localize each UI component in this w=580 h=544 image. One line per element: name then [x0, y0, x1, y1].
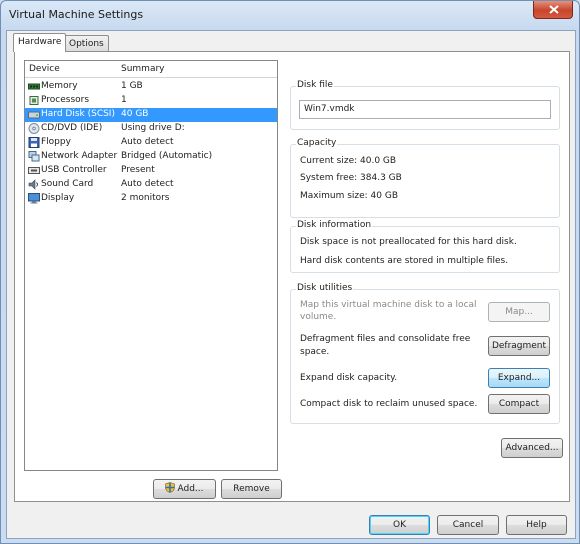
compact-description: Compact disk to reclaim unused space.: [300, 399, 478, 409]
title-bar[interactable]: Virtual Machine Settings: [1, 1, 579, 29]
settings-window: Virtual Machine Settings Hardware Option…: [0, 0, 580, 544]
device-name: Display: [41, 193, 75, 203]
disk-info-preallocation-text: Disk space is not preallocated for this …: [300, 237, 517, 247]
display-icon: [28, 193, 40, 204]
map-button-label: Map...: [505, 307, 533, 317]
device-summary: Present: [121, 165, 155, 175]
hardware-panel: Device Summary Memory 1 GB Processors 1 …: [14, 51, 570, 502]
help-button[interactable]: Help: [506, 515, 567, 535]
device-row-sound-card[interactable]: Sound Card Auto detect: [25, 178, 277, 192]
device-name: Memory: [41, 81, 78, 91]
memory-icon: [28, 83, 40, 90]
close-icon: [549, 5, 559, 14]
shield-icon: [165, 482, 176, 493]
disk-file-field[interactable]: Win7.vmdk: [299, 100, 551, 119]
disk-information-group: Disk information Disk space is not preal…: [290, 220, 560, 273]
tab-options-label: Options: [69, 39, 104, 49]
device-summary: Auto detect: [121, 179, 174, 189]
defragment-button[interactable]: Defragment: [488, 336, 550, 356]
defragment-description-line1: Defragment files and consolidate free: [300, 334, 471, 344]
disk-file-value: Win7.vmdk: [304, 104, 355, 114]
ok-button[interactable]: OK: [369, 515, 430, 535]
defragment-description-line2: space.: [300, 347, 330, 357]
device-name: Floppy: [41, 137, 71, 147]
map-description-line2: volume.: [300, 312, 337, 322]
column-header-device[interactable]: Device: [29, 64, 60, 74]
map-button[interactable]: Map...: [488, 302, 550, 322]
device-summary: 1 GB: [121, 81, 143, 91]
device-summary: Auto detect: [121, 137, 174, 147]
expand-button[interactable]: Expand...: [488, 368, 550, 388]
device-summary: Using drive D:: [121, 123, 185, 133]
device-name: USB Controller: [41, 165, 107, 175]
capacity-legend: Capacity: [296, 138, 338, 148]
cancel-button-label: Cancel: [452, 520, 484, 530]
cd-dvd-icon: [28, 123, 40, 134]
disk-information-legend: Disk information: [296, 220, 373, 230]
network-adapter-icon: [28, 151, 40, 162]
advanced-button[interactable]: Advanced...: [501, 438, 563, 458]
close-button[interactable]: [533, 1, 573, 19]
device-name: Processors: [41, 95, 90, 105]
device-name: Sound Card: [41, 179, 94, 189]
advanced-button-label: Advanced...: [505, 443, 559, 453]
compact-button-label: Compact: [498, 399, 540, 409]
tab-hardware[interactable]: Hardware: [13, 33, 67, 52]
disk-file-group: Disk file Win7.vmdk: [290, 80, 560, 130]
device-row-processors[interactable]: Processors 1: [25, 94, 277, 108]
device-summary: 1: [121, 95, 127, 105]
window-title: Virtual Machine Settings: [9, 8, 144, 21]
defragment-button-label: Defragment: [491, 341, 547, 351]
device-list[interactable]: Device Summary Memory 1 GB Processors 1 …: [24, 60, 278, 471]
hard-disk-icon: [28, 111, 40, 119]
disk-utilities-group: Disk utilities Map this virtual machine …: [290, 283, 560, 424]
system-free-text: System free: 384.3 GB: [300, 173, 402, 183]
expand-description: Expand disk capacity.: [300, 373, 398, 383]
add-device-label: Add...: [177, 484, 204, 494]
map-description-line1: Map this virtual machine disk to a local: [300, 300, 477, 310]
add-device-button[interactable]: Add...: [153, 479, 216, 499]
device-list-header: Device Summary: [25, 61, 277, 78]
sound-card-icon: [28, 179, 38, 190]
column-header-summary[interactable]: Summary: [121, 64, 165, 74]
expand-button-label: Expand...: [497, 373, 541, 383]
device-row-display[interactable]: Display 2 monitors: [25, 192, 277, 206]
tab-options[interactable]: Options: [64, 35, 109, 51]
compact-button[interactable]: Compact: [488, 394, 550, 414]
tab-hardware-label: Hardware: [18, 37, 62, 47]
floppy-icon: [28, 137, 40, 148]
maximum-size-text: Maximum size: 40 GB: [300, 191, 399, 201]
disk-info-storage-text: Hard disk contents are stored in multipl…: [300, 256, 509, 266]
help-button-label: Help: [526, 520, 547, 530]
device-summary: 2 monitors: [121, 193, 170, 203]
cancel-button[interactable]: Cancel: [437, 515, 499, 535]
device-row-hard-disk[interactable]: Hard Disk (SCSI) 40 GB: [25, 108, 277, 122]
device-row-memory[interactable]: Memory 1 GB: [25, 80, 277, 94]
device-name: Hard Disk (SCSI): [41, 109, 115, 119]
device-row-network-adapter[interactable]: Network Adapter Bridged (Automatic): [25, 150, 277, 164]
ok-button-label: OK: [393, 520, 406, 530]
device-summary: 40 GB: [121, 109, 149, 119]
device-row-usb-controller[interactable]: USB Controller Present: [25, 164, 277, 178]
disk-utilities-legend: Disk utilities: [296, 283, 354, 293]
device-name: CD/DVD (IDE): [41, 123, 103, 133]
disk-file-legend: Disk file: [296, 80, 334, 90]
device-row-floppy[interactable]: Floppy Auto detect: [25, 136, 277, 150]
remove-device-button[interactable]: Remove: [221, 479, 282, 499]
processor-icon: [29, 96, 39, 105]
usb-icon: [28, 167, 40, 174]
capacity-group: Capacity Current size: 40.0 GB System fr…: [290, 138, 560, 218]
device-row-cd-dvd[interactable]: CD/DVD (IDE) Using drive D:: [25, 122, 277, 136]
device-summary: Bridged (Automatic): [121, 151, 213, 161]
current-size-text: Current size: 40.0 GB: [300, 156, 397, 166]
dialog-client-area: Hardware Options Device Summary Memory 1…: [6, 30, 576, 539]
device-name: Network Adapter: [41, 151, 118, 161]
remove-device-label: Remove: [233, 484, 270, 494]
